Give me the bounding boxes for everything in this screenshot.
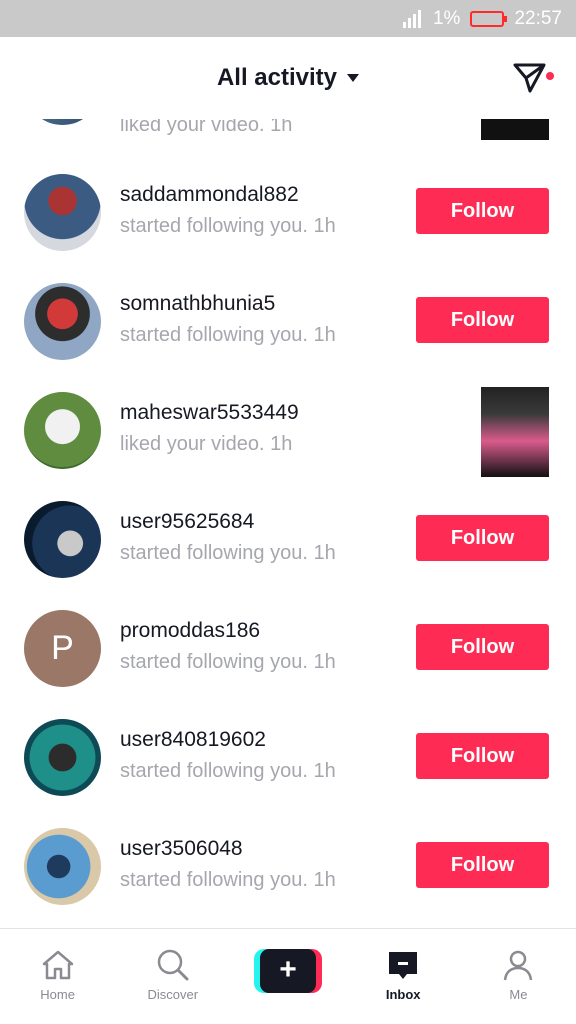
avatar[interactable]	[24, 392, 101, 469]
battery-icon	[470, 10, 508, 27]
username[interactable]: promoddas186	[120, 619, 260, 643]
time-text: 1h	[313, 869, 336, 891]
time-text: 1h	[313, 215, 336, 237]
action-text: liked your video.	[120, 433, 265, 455]
nav-label: Me	[509, 987, 528, 1002]
action-text: started following you.	[120, 651, 308, 673]
nav-label: Discover	[147, 987, 199, 1002]
send-icon	[513, 63, 546, 93]
notification-list[interactable]: liked your video. 1h saddammondal882 sta…	[0, 92, 576, 928]
username[interactable]: user3506048	[120, 837, 243, 861]
notification-text: liked your video. 1h	[120, 433, 292, 456]
time-text: 1h	[313, 651, 336, 673]
notification-text: started following you. 1h	[120, 542, 336, 565]
avatar[interactable]	[24, 501, 101, 578]
list-item[interactable]: P promoddas186 started following you. 1h…	[0, 568, 576, 687]
action-text: started following you.	[120, 324, 308, 346]
time-text: 1h	[313, 542, 336, 564]
unread-dot	[546, 72, 554, 80]
username[interactable]: saddammondal882	[120, 183, 299, 207]
follow-button[interactable]: Follow	[416, 297, 549, 343]
username[interactable]: user840819602	[120, 728, 266, 752]
search-icon	[153, 945, 193, 985]
list-item[interactable]: maheswar5533449 liked your video. 1h	[0, 350, 576, 477]
action-text: started following you.	[120, 760, 308, 782]
notification-text: started following you. 1h	[120, 760, 336, 783]
time-text: 1h	[313, 760, 336, 782]
nav-inbox[interactable]: Inbox	[346, 929, 461, 1024]
notification-text: started following you. 1h	[120, 324, 336, 347]
list-item[interactable]: user3506048 started following you. 1h Fo…	[0, 786, 576, 905]
list-item[interactable]: user95625684 started following you. 1h F…	[0, 459, 576, 578]
nav-label: Home	[40, 987, 75, 1002]
notification-text: started following you. 1h	[120, 869, 336, 892]
username[interactable]: maheswar5533449	[120, 401, 299, 425]
status-bar: 1% 22:57	[0, 0, 576, 37]
plus-icon: +	[260, 949, 316, 993]
activity-filter-dropdown[interactable]: All activity	[216, 64, 360, 92]
time-text: 1h	[270, 433, 293, 455]
nav-discover[interactable]: Discover	[115, 929, 230, 1024]
nav-label: Inbox	[385, 987, 421, 1002]
follow-button[interactable]: Follow	[416, 733, 549, 779]
home-icon	[38, 945, 78, 985]
avatar[interactable]: P	[24, 610, 101, 687]
caret-down-icon	[347, 74, 360, 82]
nav-me[interactable]: Me	[461, 929, 576, 1024]
action-text: started following you.	[120, 542, 308, 564]
action-text: started following you.	[120, 215, 308, 237]
username[interactable]: somnathbhunia5	[120, 292, 275, 316]
notification-text: started following you. 1h	[120, 651, 336, 674]
time-text: 1h	[313, 324, 336, 346]
create-button[interactable]: +	[254, 949, 322, 993]
clock: 22:57	[514, 7, 562, 29]
action-text: started following you.	[120, 869, 308, 891]
list-item[interactable]: somnathbhunia5 started following you. 1h…	[0, 241, 576, 360]
notification-text: started following you. 1h	[120, 215, 336, 238]
list-item[interactable]: user840819602 started following you. 1h …	[0, 677, 576, 796]
avatar[interactable]	[24, 719, 101, 796]
nav-create[interactable]: +	[230, 929, 345, 1024]
profile-icon	[498, 945, 538, 985]
direct-messages-button[interactable]	[512, 59, 554, 95]
bottom-nav: Home Discover + Inbox Me	[0, 928, 576, 1024]
nav-home[interactable]: Home	[0, 929, 115, 1024]
battery-percent: 1%	[432, 7, 461, 29]
username[interactable]: user95625684	[120, 510, 254, 534]
list-item[interactable]: saddammondal882 started following you. 1…	[0, 132, 576, 251]
follow-button[interactable]: Follow	[416, 188, 549, 234]
avatar-initial: P	[51, 629, 74, 667]
follow-button[interactable]: Follow	[416, 515, 549, 561]
header: All activity	[0, 37, 576, 119]
inbox-icon	[383, 945, 423, 985]
follow-button[interactable]: Follow	[416, 624, 549, 670]
avatar[interactable]	[24, 174, 101, 251]
avatar[interactable]	[24, 828, 101, 905]
signal-icon	[402, 9, 421, 28]
page-title: All activity	[216, 64, 338, 91]
avatar[interactable]	[24, 283, 101, 360]
follow-button[interactable]: Follow	[416, 842, 549, 888]
